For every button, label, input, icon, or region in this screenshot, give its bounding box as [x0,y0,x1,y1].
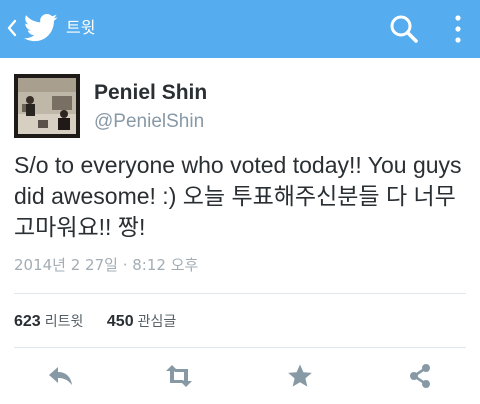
favorite-count: 450 [106,313,134,330]
back-chevron-icon[interactable] [6,16,18,40]
divider [14,347,466,348]
avatar-photo-icon [14,74,80,138]
author-name[interactable]: Peniel Shin [94,80,207,106]
tweet-stats: 623 리트윗 450 관심글 [14,309,176,333]
favorite-label: 관심글 [137,314,177,330]
favorite-icon[interactable] [285,363,315,389]
favorite-stat[interactable]: 450 관심글 [102,312,176,330]
app-bar: 트윗 [0,0,480,58]
avatar[interactable] [14,74,80,138]
tweet-text: S/o to everyone who voted today!! You gu… [14,152,462,240]
share-icon[interactable] [405,363,435,389]
divider [14,293,466,294]
search-icon[interactable] [388,13,420,45]
tweet-timestamp: 2014년 2 27일 · 8:12 오후 [14,256,199,274]
overflow-menu-icon[interactable] [452,14,464,44]
retweet-stat[interactable]: 623 리트윗 [14,312,88,330]
reply-icon[interactable] [46,363,76,389]
retweet-icon[interactable] [163,363,195,389]
retweet-count: 623 [14,313,41,330]
retweet-label: 리트윗 [44,314,84,330]
page-title: 트윗 [66,18,96,37]
author-handle[interactable]: @PenielShin [94,110,204,134]
twitter-bird-icon[interactable] [24,13,58,43]
